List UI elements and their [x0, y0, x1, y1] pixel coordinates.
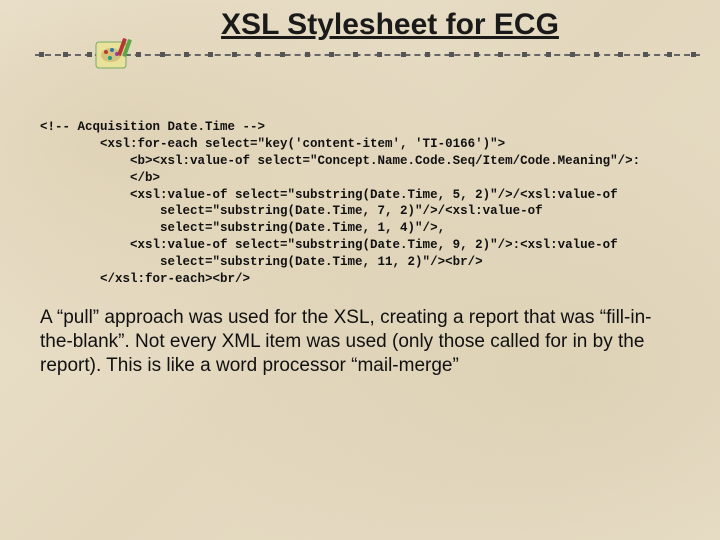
- palette-icon: [92, 36, 136, 80]
- code-listing: <!-- Acquisition Date.Time --> <xsl:for-…: [40, 119, 680, 288]
- body-paragraph: A “pull” approach was used for the XSL, …: [40, 306, 680, 379]
